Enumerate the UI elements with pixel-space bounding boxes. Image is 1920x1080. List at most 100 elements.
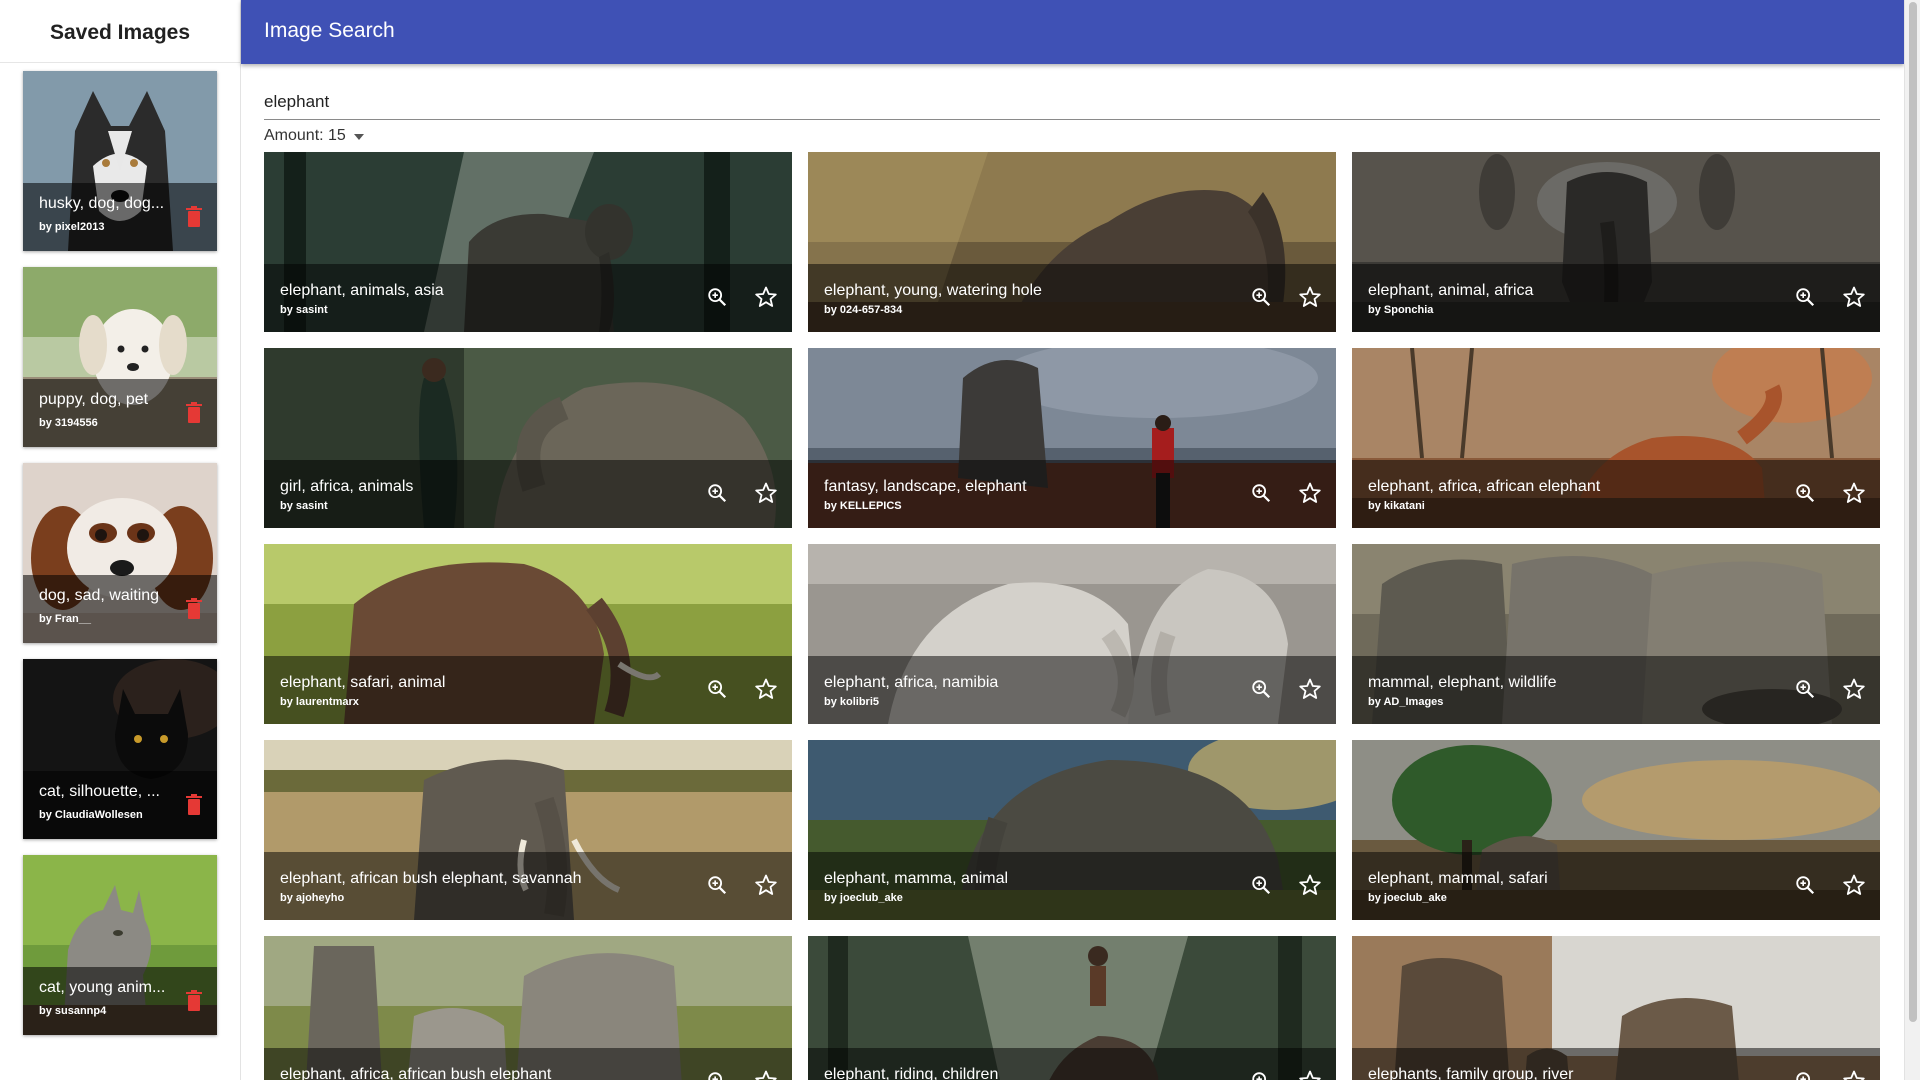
delete-icon[interactable] bbox=[185, 402, 203, 424]
zoom-in-icon[interactable] bbox=[1250, 874, 1272, 896]
zoom-in-icon[interactable] bbox=[706, 678, 728, 700]
delete-icon[interactable] bbox=[185, 206, 203, 228]
result-author: by laurentmarx bbox=[280, 696, 359, 708]
zoom-in-icon[interactable] bbox=[1794, 482, 1816, 504]
saved-image-card[interactable]: dog, sad, waiting by Fran__ bbox=[23, 463, 217, 643]
result-caption: elephant, africa, namibia by kolibri5 bbox=[808, 656, 1336, 724]
zoom-in-icon[interactable] bbox=[706, 874, 728, 896]
result-tags: elephant, safari, animal bbox=[280, 674, 446, 691]
saved-image-card[interactable]: husky, dog, dog... by pixel2013 bbox=[23, 71, 217, 251]
amount-select[interactable]: Amount: 15 bbox=[264, 124, 364, 148]
result-tags: elephant, mammal, safari bbox=[1368, 870, 1548, 887]
star-icon[interactable] bbox=[1298, 285, 1322, 309]
saved-image-tags: dog, sad, waiting bbox=[39, 587, 160, 604]
result-caption: elephant, young, watering hole by 024-65… bbox=[808, 264, 1336, 332]
image-result-card[interactable]: girl, africa, animals by sasint bbox=[264, 348, 792, 528]
result-caption: elephant, riding, children bbox=[808, 1048, 1336, 1080]
result-caption: fantasy, landscape, elephant by KELLEPIC… bbox=[808, 460, 1336, 528]
result-tags: elephant, animals, asia bbox=[280, 282, 444, 299]
result-author: by sasint bbox=[280, 304, 328, 316]
result-author: by joeclub_ake bbox=[824, 892, 903, 904]
result-author: by kolibri5 bbox=[824, 696, 880, 708]
star-icon[interactable] bbox=[754, 873, 778, 897]
app-bar: Image Search bbox=[241, 0, 1904, 64]
saved-image-card[interactable]: cat, young anim... by susannp4 bbox=[23, 855, 217, 1035]
image-result-card[interactable]: elephant, riding, children bbox=[808, 936, 1336, 1080]
image-result-card[interactable]: elephant, africa, namibia by kolibri5 bbox=[808, 544, 1336, 724]
image-result-card[interactable]: elephant, safari, animal by laurentmarx bbox=[264, 544, 792, 724]
saved-image-caption: dog, sad, waiting by Fran__ bbox=[23, 575, 217, 643]
star-icon[interactable] bbox=[1298, 677, 1322, 701]
result-caption: elephant, animals, asia by sasint bbox=[264, 264, 792, 332]
result-tags: elephant, africa, african bush elephant bbox=[280, 1066, 552, 1080]
image-result-card[interactable]: elephant, mamma, animal by joeclub_ake bbox=[808, 740, 1336, 920]
zoom-in-icon[interactable] bbox=[1250, 482, 1272, 504]
saved-image-card[interactable]: cat, silhouette, ... by ClaudiaWollesen bbox=[23, 659, 217, 839]
saved-image-author: by pixel2013 bbox=[39, 221, 105, 233]
result-caption: elephant, safari, animal by laurentmarx bbox=[264, 656, 792, 724]
saved-image-tags: puppy, dog, pet bbox=[39, 391, 149, 408]
result-caption: elephant, african bush elephant, savanna… bbox=[264, 852, 792, 920]
result-tags: girl, africa, animals bbox=[280, 478, 414, 495]
image-result-card[interactable]: elephant, africa, african bush elephant bbox=[264, 936, 792, 1080]
result-caption: elephant, mammal, safari by joeclub_ake bbox=[1352, 852, 1880, 920]
delete-icon[interactable] bbox=[185, 598, 203, 620]
image-result-card[interactable]: fantasy, landscape, elephant by KELLEPIC… bbox=[808, 348, 1336, 528]
image-result-card[interactable]: elephant, african bush elephant, savanna… bbox=[264, 740, 792, 920]
delete-icon[interactable] bbox=[185, 794, 203, 816]
zoom-in-icon[interactable] bbox=[706, 1070, 728, 1080]
zoom-in-icon[interactable] bbox=[1250, 678, 1272, 700]
star-icon[interactable] bbox=[1842, 285, 1866, 309]
delete-icon[interactable] bbox=[185, 990, 203, 1012]
zoom-in-icon[interactable] bbox=[706, 482, 728, 504]
result-caption: elephant, africa, african bush elephant bbox=[264, 1048, 792, 1080]
result-caption: elephants, family group, river bbox=[1352, 1048, 1880, 1080]
search-input[interactable] bbox=[264, 86, 1880, 118]
zoom-in-icon[interactable] bbox=[1250, 1070, 1272, 1080]
result-tags: elephant, african bush elephant, savanna… bbox=[280, 870, 582, 887]
result-tags: elephant, africa, african elephant bbox=[1368, 478, 1601, 495]
result-caption: elephant, africa, african elephant by ki… bbox=[1352, 460, 1880, 528]
image-results-grid: elephant, animals, asia by sasint elepha… bbox=[264, 152, 1880, 1080]
result-caption: mammal, elephant, wildlife by AD_Images bbox=[1352, 656, 1880, 724]
result-author: by joeclub_ake bbox=[1368, 892, 1447, 904]
search-field[interactable] bbox=[264, 86, 1880, 120]
image-result-card[interactable]: mammal, elephant, wildlife by AD_Images bbox=[1352, 544, 1880, 724]
zoom-in-icon[interactable] bbox=[1794, 286, 1816, 308]
star-icon[interactable] bbox=[754, 677, 778, 701]
star-icon[interactable] bbox=[1298, 1069, 1322, 1080]
result-tags: elephant, young, watering hole bbox=[824, 282, 1042, 299]
star-icon[interactable] bbox=[1298, 873, 1322, 897]
zoom-in-icon[interactable] bbox=[1794, 678, 1816, 700]
result-tags: elephant, mamma, animal bbox=[824, 870, 1009, 887]
image-result-card[interactable]: elephant, africa, african elephant by ki… bbox=[1352, 348, 1880, 528]
saved-image-author: by 3194556 bbox=[39, 417, 98, 429]
saved-image-author: by susannp4 bbox=[39, 1005, 107, 1017]
result-author: by sasint bbox=[280, 500, 328, 512]
zoom-in-icon[interactable] bbox=[1794, 1070, 1816, 1080]
star-icon[interactable] bbox=[1842, 481, 1866, 505]
star-icon[interactable] bbox=[754, 1069, 778, 1080]
image-result-card[interactable]: elephant, young, watering hole by 024-65… bbox=[808, 152, 1336, 332]
zoom-in-icon[interactable] bbox=[1794, 874, 1816, 896]
image-result-card[interactable]: elephant, mammal, safari by joeclub_ake bbox=[1352, 740, 1880, 920]
zoom-in-icon[interactable] bbox=[1250, 286, 1272, 308]
star-icon[interactable] bbox=[754, 285, 778, 309]
zoom-in-icon[interactable] bbox=[706, 286, 728, 308]
page-scrollbar[interactable] bbox=[1904, 0, 1920, 1080]
image-result-card[interactable]: elephants, family group, river bbox=[1352, 936, 1880, 1080]
scrollbar-thumb[interactable] bbox=[1909, 2, 1917, 1022]
star-icon[interactable] bbox=[1842, 873, 1866, 897]
image-result-card[interactable]: elephant, animals, asia by sasint bbox=[264, 152, 792, 332]
result-tags: elephant, riding, children bbox=[824, 1066, 999, 1080]
star-icon[interactable] bbox=[1842, 677, 1866, 701]
saved-image-caption: husky, dog, dog... by pixel2013 bbox=[23, 183, 217, 251]
image-result-card[interactable]: elephant, animal, africa by Sponchia bbox=[1352, 152, 1880, 332]
star-icon[interactable] bbox=[1842, 1069, 1866, 1080]
result-tags: elephants, family group, river bbox=[1368, 1066, 1574, 1080]
star-icon[interactable] bbox=[1298, 481, 1322, 505]
star-icon[interactable] bbox=[754, 481, 778, 505]
dropdown-arrow-icon bbox=[353, 134, 364, 140]
saved-image-card[interactable]: puppy, dog, pet by 3194556 bbox=[23, 267, 217, 447]
saved-image-tags: husky, dog, dog... bbox=[39, 195, 165, 212]
